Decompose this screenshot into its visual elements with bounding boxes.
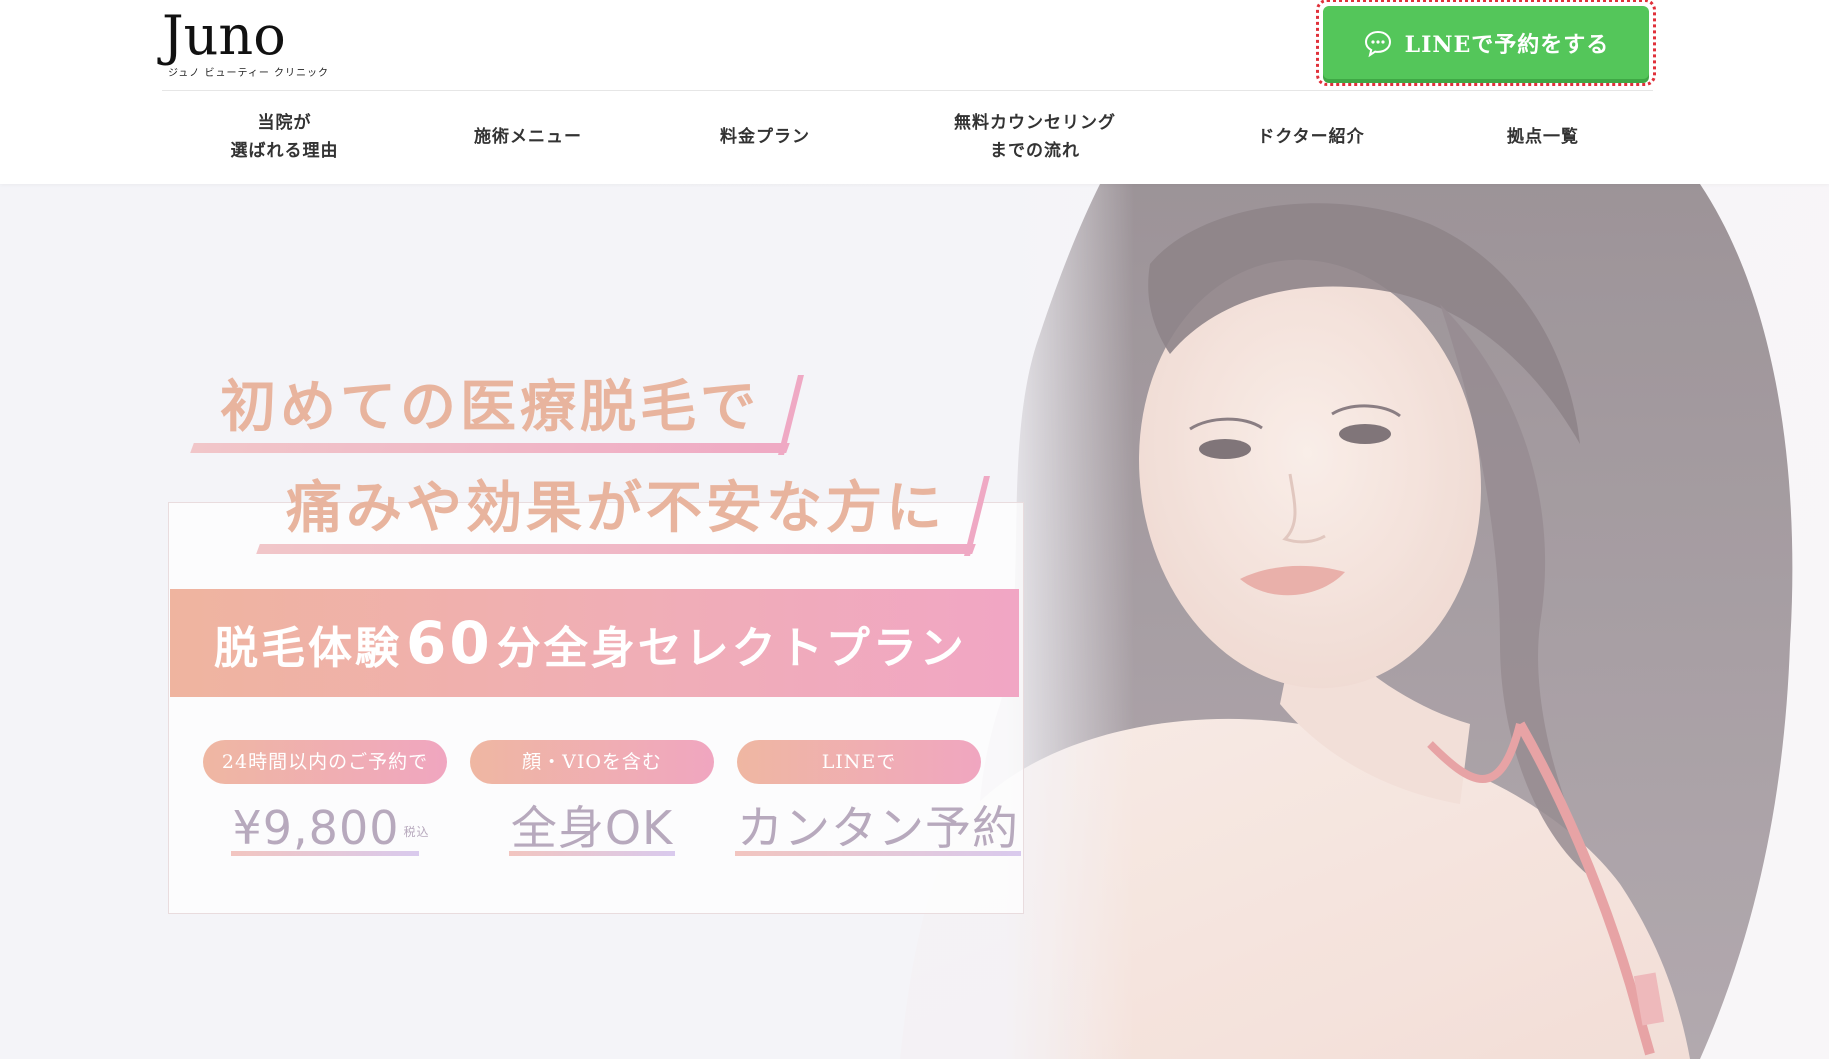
booking-value: カンタン予約: [737, 801, 1019, 855]
plan-prefix: 脱毛体験: [214, 623, 402, 674]
hero-headline-text-1: 初めての医療脱毛で: [220, 374, 760, 440]
feature-line-booking: LINEで カンタン予約: [735, 740, 1021, 858]
feature-value: ¥9,800 税込: [230, 798, 430, 858]
hero-banner[interactable]: 初めての医療脱毛で 痛みや効果が不安な方に 脱毛体験60分全身セレクトプラン 2…: [0, 184, 1829, 1059]
feature-pill: 顔・VIOを含む: [470, 740, 714, 784]
hero-headline-line-1: 初めての医療脱毛で: [190, 367, 804, 455]
feature-value: 全身OK: [508, 798, 676, 858]
global-nav: 当院が 選ばれる理由 施術メニュー 料金プラン 無料カウンセリング までの流れ …: [162, 92, 1653, 182]
chat-bubble-icon: [1363, 28, 1393, 58]
plan-suffix: 分全身セレクトプラン: [496, 623, 967, 674]
value-underline: [230, 851, 420, 856]
nav-label: 料金プラン: [720, 127, 810, 147]
feature-pill: LINEで: [737, 740, 981, 784]
plan-banner: 脱毛体験60分全身セレクトプラン: [170, 589, 1019, 697]
nav-label: 施術メニュー: [474, 127, 582, 147]
nav-item-menu[interactable]: 施術メニュー: [407, 123, 649, 151]
header-divider: [162, 90, 1653, 91]
value-underline: [735, 851, 1021, 856]
nav-item-reasons[interactable]: 当院が 選ばれる理由: [162, 109, 407, 165]
plan-title: 脱毛体験60分全身セレクトプラン: [214, 609, 967, 677]
value-underline: [508, 851, 676, 856]
logo[interactable]: Juno ジュノ ビューティー クリニック: [162, 4, 362, 80]
line-button-label: LINEで予約をする: [1404, 31, 1610, 58]
logo-subtitle: ジュノ ビューティー クリニック: [168, 68, 330, 79]
feature-price: 24時間以内のご予約で ¥9,800 税込: [203, 740, 447, 858]
headline-underline: [256, 544, 976, 554]
nav-item-doctors[interactable]: ドクター紹介: [1189, 123, 1433, 151]
nav-label: 無料カウンセリング: [954, 113, 1116, 133]
nav-item-pricing[interactable]: 料金プラン: [649, 123, 881, 151]
line-reservation-button[interactable]: LINEで予約をする: [1316, 0, 1656, 86]
logo-wordmark: Juno: [162, 4, 286, 67]
nav-item-counseling-flow[interactable]: 無料カウンセリング までの流れ: [881, 109, 1189, 165]
nav-item-locations[interactable]: 拠点一覧: [1433, 123, 1653, 151]
price-value: ¥9,800: [232, 801, 400, 855]
feature-value: カンタン予約: [735, 798, 1021, 858]
tax-note: 税込: [403, 825, 430, 839]
nav-label: 当院が: [257, 113, 312, 133]
hero-headline-line-2: 痛みや効果が不安な方に: [256, 468, 990, 556]
headline-underline: [190, 443, 790, 453]
feature-coverage: 顔・VIOを含む 全身OK: [470, 740, 714, 858]
site-header: Juno ジュノ ビューティー クリニック LINEで予約をする 当院が 選ばれ…: [0, 0, 1829, 184]
plan-minutes: 60: [406, 609, 493, 677]
nav-label: ドクター紹介: [1257, 127, 1365, 147]
feature-pill: 24時間以内のご予約で: [203, 740, 447, 784]
nav-label: 選ばれる理由: [230, 141, 339, 161]
coverage-value: 全身OK: [510, 801, 674, 855]
hero-headline-text-2: 痛みや効果が不安な方に: [286, 475, 946, 541]
nav-label: 拠点一覧: [1507, 127, 1579, 147]
nav-label: までの流れ: [990, 141, 1080, 161]
